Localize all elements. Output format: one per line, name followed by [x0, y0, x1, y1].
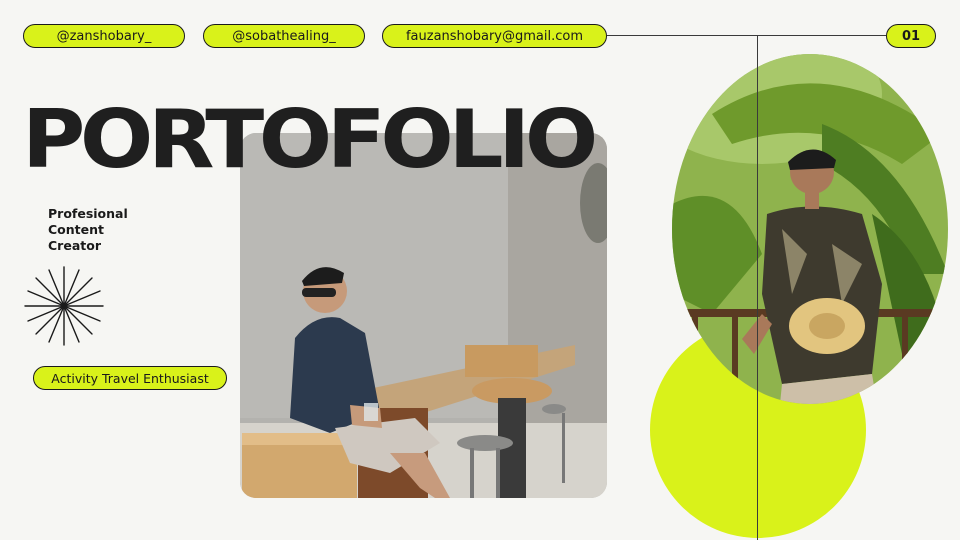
header-divider-line — [607, 35, 886, 36]
page-number-badge: 01 — [886, 24, 936, 48]
profile-photo-image — [672, 54, 948, 404]
second-handle-text: @sobathealing_ — [232, 28, 336, 44]
instagram-handle-pill[interactable]: @zanshobary_ — [23, 24, 185, 48]
role-line-3: Creator — [48, 238, 101, 253]
second-handle-pill[interactable]: @sobathealing_ — [203, 24, 365, 48]
profile-photo — [672, 54, 948, 404]
instagram-handle-text: @zanshobary_ — [56, 28, 152, 44]
email-text: fauzanshobary@gmail.com — [405, 28, 584, 44]
starburst-icon — [24, 266, 104, 346]
page-number-text: 01 — [901, 28, 921, 44]
travel-tag-text: Activity Travel Enthusiast — [51, 370, 209, 386]
email-pill[interactable]: fauzanshobary@gmail.com — [382, 24, 607, 48]
role-line-2: Content — [48, 222, 104, 237]
vertical-divider-line — [757, 36, 758, 540]
travel-tag-pill: Activity Travel Enthusiast — [33, 366, 227, 390]
role-line-1: Profesional — [48, 206, 128, 221]
page-title: PORTOFOLIO — [22, 93, 598, 186]
role-description: Profesional Content Creator — [48, 206, 128, 254]
